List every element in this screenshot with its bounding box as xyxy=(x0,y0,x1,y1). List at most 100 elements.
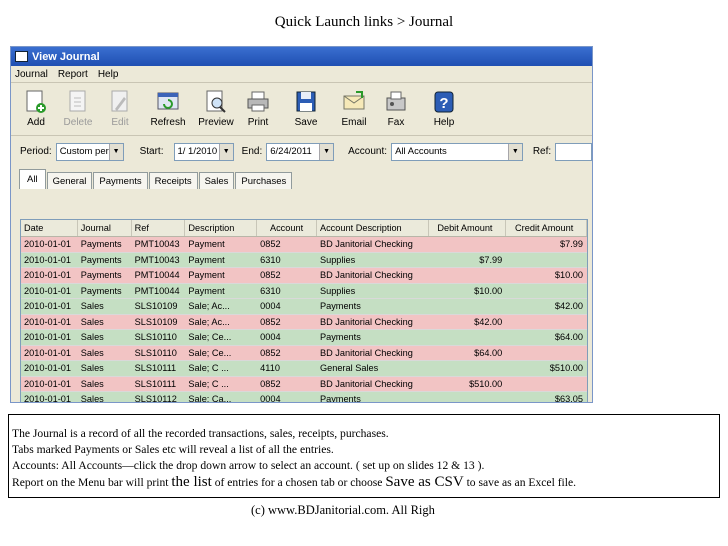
cell-account-description: General Sales xyxy=(319,363,379,374)
col-account[interactable]: Account xyxy=(257,220,317,236)
delete-document-icon xyxy=(69,90,86,112)
cell-credit-amount: $63.05 xyxy=(554,394,583,403)
tab-general[interactable]: General xyxy=(46,172,93,189)
help-icon: ? xyxy=(434,91,454,113)
cell-journal: Payments xyxy=(80,239,122,250)
cell-account-description: Supplies xyxy=(319,285,356,296)
table-row[interactable]: 2010-01-01 Sales SLS10110 Sale; Ce... 0852 BD… xyxy=(21,345,587,361)
table-row[interactable]: 2010-01-01 Sales SLS10112 Sale; Ca... 0004 Pa… xyxy=(21,392,587,403)
grid-body: 2010-01-01 Payments PMT10043 Payment 0852 BD … xyxy=(21,237,587,403)
tab-purchases[interactable]: Purchases xyxy=(235,172,293,189)
cell-ref: PMT10044 xyxy=(134,270,180,281)
table-row[interactable]: 2010-01-01 Payments PMT10044 Payment 6310 Sup… xyxy=(21,283,587,299)
edit-label: Edit xyxy=(111,117,129,128)
journal-tabs: All General Payments Receipts Sales Purc… xyxy=(11,167,592,189)
cell-credit-amount: $10.00 xyxy=(554,270,583,281)
table-row[interactable]: 2010-01-01 Payments PMT10044 Payment 0852 BD … xyxy=(21,268,587,284)
ref-input[interactable] xyxy=(555,142,592,161)
cell-ref: SLS10111 xyxy=(134,363,177,374)
floppy-disk-icon xyxy=(296,91,316,112)
save-label: Save xyxy=(294,117,318,128)
col-debit-amount[interactable]: Debit Amount xyxy=(429,220,507,236)
tab-all[interactable]: All xyxy=(19,169,46,189)
help-button[interactable]: ? Help xyxy=(423,89,465,128)
account-value: All Accounts xyxy=(395,146,447,157)
cell-journal: Sales xyxy=(80,301,104,312)
start-label: Start: xyxy=(139,146,164,157)
cell-description: Payment xyxy=(188,285,225,296)
cell-journal: Payments xyxy=(80,254,122,265)
col-ref[interactable]: Ref xyxy=(132,220,186,236)
tab-payments[interactable]: Payments xyxy=(93,172,148,189)
preview-button[interactable]: Preview xyxy=(195,89,237,128)
table-row[interactable]: 2010-01-01 Sales SLS10110 Sale; Ce... 0004 Pa… xyxy=(21,330,587,346)
cell-debit-amount: $10.00 xyxy=(474,285,503,296)
col-credit-amount[interactable]: Credit Amount xyxy=(506,220,587,236)
caption-line-4: Report on the Menu bar will print the li… xyxy=(12,474,717,491)
account-dropdown[interactable]: All Accounts ▼ xyxy=(391,142,523,161)
period-dropdown[interactable]: Custom period ▼ xyxy=(55,142,124,161)
fax-button[interactable]: Fax xyxy=(375,89,417,128)
cell-ref: SLS10112 xyxy=(134,394,177,403)
add-label: Add xyxy=(27,117,45,128)
cell-account-description: Payments xyxy=(319,332,361,343)
cell-credit-amount: $42.00 xyxy=(554,301,583,312)
print-button[interactable]: Print xyxy=(237,89,279,128)
cell-account-description: Payments xyxy=(319,301,361,312)
table-row[interactable]: 2010-01-01 Sales SLS10111 Sale; C ... 4110 Ge… xyxy=(21,361,587,377)
refresh-label: Refresh xyxy=(150,117,186,128)
table-row[interactable]: 2010-01-01 Sales SLS10111 Sale; C ... 0852 BD… xyxy=(21,376,587,392)
period-label: Period: xyxy=(20,146,52,157)
slide-footer: (c) www.BDJanitorial.com. All Righ xyxy=(251,503,435,517)
col-account-description[interactable]: Account Description xyxy=(317,220,429,236)
end-date-picker[interactable]: 6/24/2011 ▼ xyxy=(266,142,335,161)
chevron-down-icon[interactable]: ▼ xyxy=(319,143,334,160)
cell-account: 6310 xyxy=(260,254,281,265)
add-button[interactable]: Add xyxy=(15,89,57,128)
cell-date: 2010-01-01 xyxy=(24,363,71,374)
cell-debit-amount xyxy=(429,299,507,314)
save-button[interactable]: Save xyxy=(285,89,327,128)
start-date-picker[interactable]: 1/ 1/2010 ▼ xyxy=(173,142,234,161)
cell-credit-amount xyxy=(506,315,587,330)
menu-journal[interactable]: Journal xyxy=(15,69,48,80)
col-date[interactable]: Date xyxy=(21,220,78,236)
cell-debit-amount xyxy=(429,268,507,283)
chevron-down-icon[interactable]: ▼ xyxy=(218,143,233,160)
cell-credit-amount: $64.00 xyxy=(554,332,583,343)
delete-button[interactable]: Delete xyxy=(57,89,99,128)
menu-bar: Journal Report Help xyxy=(11,66,592,83)
start-value: 1/ 1/2010 xyxy=(177,146,218,157)
chevron-down-icon[interactable]: ▼ xyxy=(108,143,123,160)
cell-credit-amount xyxy=(506,253,587,268)
col-journal[interactable]: Journal xyxy=(78,220,132,236)
col-description[interactable]: Description xyxy=(185,220,258,236)
cell-journal: Payments xyxy=(80,270,122,281)
cell-description: Payment xyxy=(188,239,225,250)
delete-label: Delete xyxy=(63,117,93,128)
menu-report[interactable]: Report xyxy=(58,69,88,80)
edit-button[interactable]: Edit xyxy=(99,89,141,128)
cell-journal: Sales xyxy=(80,347,104,358)
table-row[interactable]: 2010-01-01 Payments PMT10043 Payment 0852 BD … xyxy=(21,237,587,253)
menu-help[interactable]: Help xyxy=(98,69,119,80)
caption-line-4-d: Save as CSV xyxy=(385,474,464,490)
email-button[interactable]: Email xyxy=(333,89,375,128)
tab-receipts[interactable]: Receipts xyxy=(148,172,198,189)
caption-line-4-a: Report on the Menu bar will print xyxy=(12,476,172,489)
window-titlebar[interactable]: View Journal xyxy=(11,47,592,66)
table-row[interactable]: 2010-01-01 Payments PMT10043 Payment 6310 Sup… xyxy=(21,252,587,268)
refresh-button[interactable]: Refresh xyxy=(147,89,189,128)
print-label: Print xyxy=(247,117,269,128)
cell-date: 2010-01-01 xyxy=(24,316,71,327)
cell-description: Sale; Ce... xyxy=(188,347,232,358)
tab-sales[interactable]: Sales xyxy=(198,172,235,189)
cell-date: 2010-01-01 xyxy=(24,285,71,296)
table-row[interactable]: 2010-01-01 Sales SLS10109 Sale; Ac... 0852 BD… xyxy=(21,314,587,330)
cell-description: Payment xyxy=(188,254,225,265)
grid-header: Date Journal Ref Description Account Acc… xyxy=(21,220,587,237)
caption-line-4-e: to save as an Excel file. xyxy=(463,476,577,489)
chevron-down-icon[interactable]: ▼ xyxy=(507,143,522,160)
table-row[interactable]: 2010-01-01 Sales SLS10109 Sale; Ac... 0004 Pa… xyxy=(21,299,587,315)
window-app-icon xyxy=(15,51,28,62)
